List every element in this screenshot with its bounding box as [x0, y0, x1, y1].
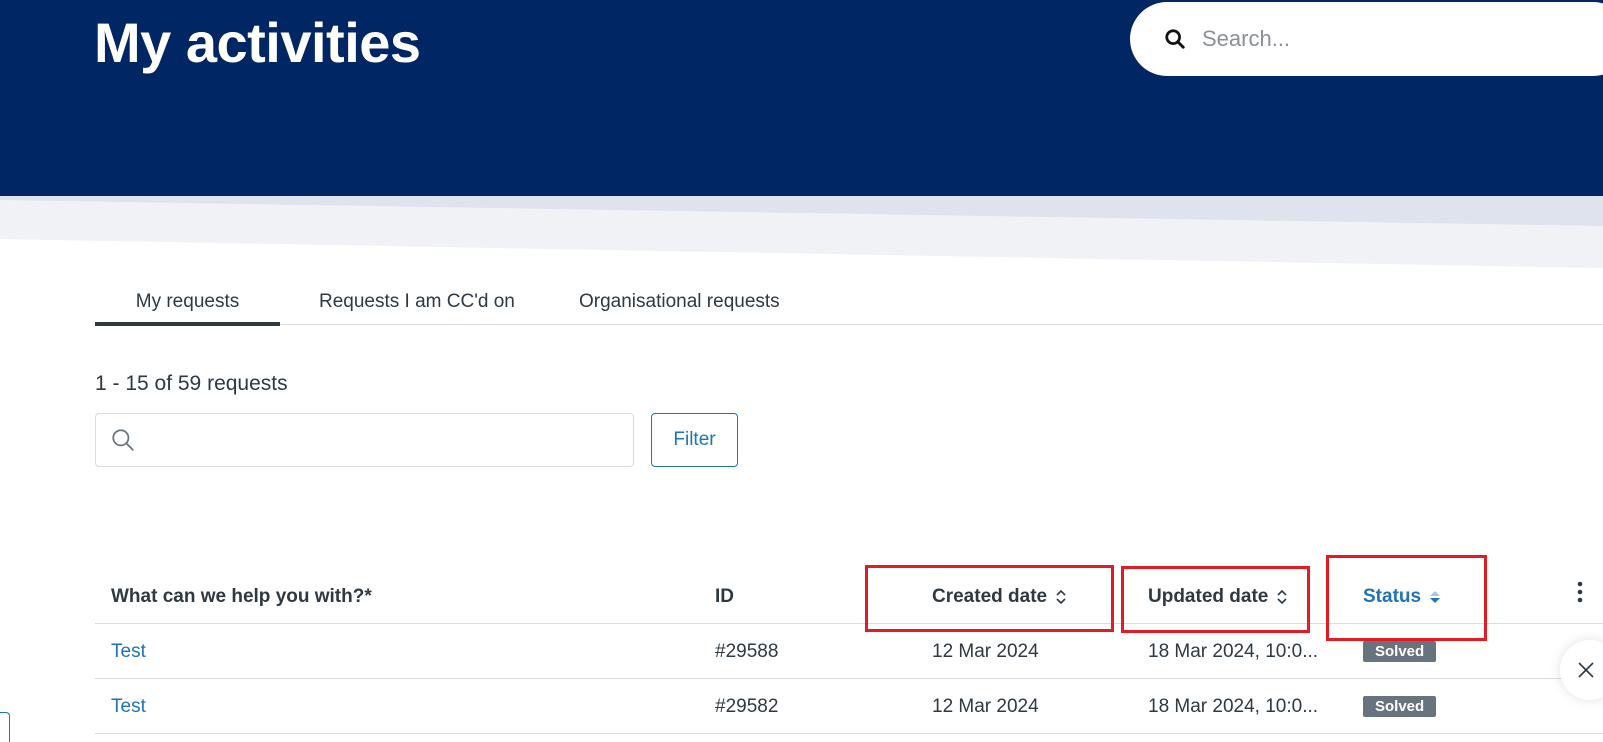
highlight-box-created-date [865, 565, 1114, 632]
request-created-date: 12 Mar 2024 [932, 695, 1039, 717]
highlight-box-updated-date [1121, 566, 1310, 633]
request-tabs: My requests Requests I am CC'd on Organi… [95, 278, 1603, 326]
global-search-box[interactable] [1130, 2, 1603, 76]
tab-my-requests[interactable]: My requests [95, 278, 280, 326]
request-subject-link[interactable]: Test [111, 679, 146, 734]
column-header-id: ID [715, 586, 734, 607]
partial-widget-tab[interactable] [0, 712, 10, 742]
status-badge: Solved [1363, 696, 1437, 717]
request-id: #29582 [715, 695, 779, 717]
request-search-field[interactable] [95, 413, 634, 467]
page-header: My activities [0, 0, 1603, 196]
request-count: 1 - 15 of 59 requests [95, 372, 288, 395]
status-cell: Solved [1363, 679, 1437, 734]
filter-button[interactable]: Filter [651, 413, 738, 467]
search-icon [1165, 29, 1185, 49]
request-id: #29588 [715, 640, 779, 662]
table-row: Test #29582 12 Mar 2024 18 Mar 2024, 10:… [95, 679, 1603, 734]
status-badge: Solved [1363, 641, 1437, 662]
more-vertical-icon[interactable] [1570, 577, 1590, 607]
page-title: My activities [94, 11, 421, 74]
tab-cc-requests[interactable]: Requests I am CC'd on [280, 278, 540, 325]
search-icon [112, 429, 134, 451]
request-created-date: 12 Mar 2024 [932, 640, 1039, 662]
close-icon [1578, 662, 1594, 678]
tab-organisational-requests[interactable]: Organisational requests [540, 278, 780, 325]
request-subject-link[interactable]: Test [111, 624, 146, 679]
global-search-input[interactable] [1202, 26, 1562, 52]
column-header-subject: What can we help you with?* [111, 586, 372, 607]
header-wave-decoration [0, 196, 1603, 276]
highlight-box-status [1326, 555, 1487, 641]
request-updated-date: 18 Mar 2024, 10:0... [1148, 696, 1319, 717]
